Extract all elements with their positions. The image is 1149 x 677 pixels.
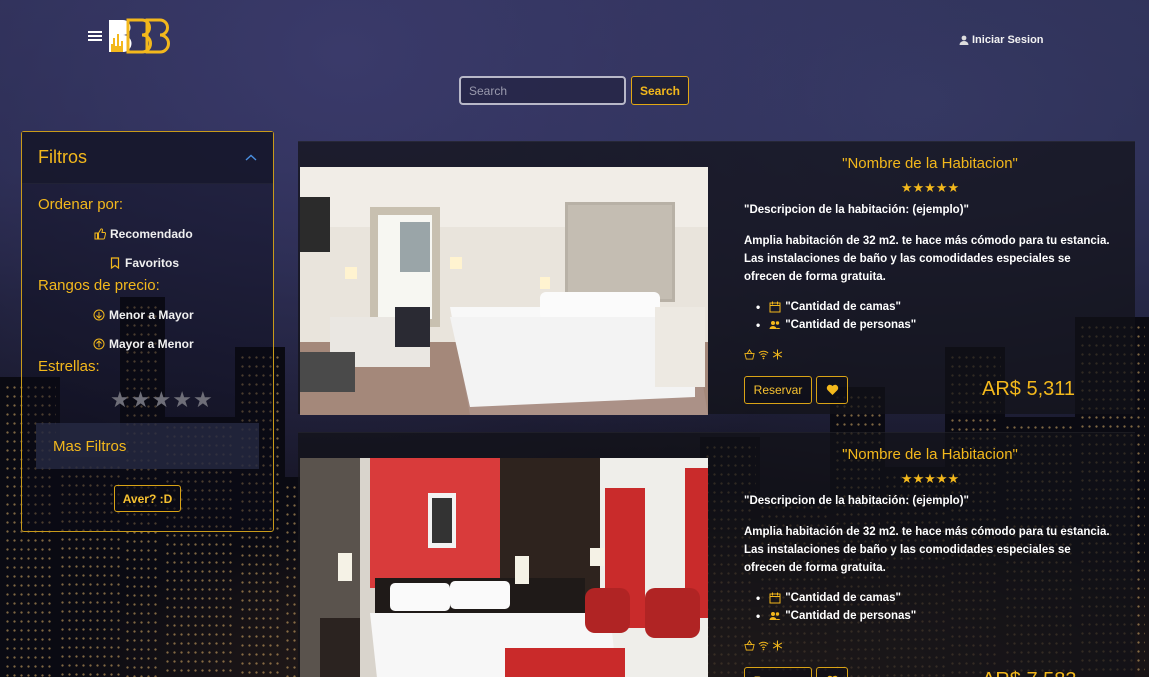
sort-recommended-option[interactable]: Recomendado [94, 227, 193, 241]
people-item: "Cantidad de personas" [756, 316, 916, 334]
sort-favorites-label: Favoritos [125, 256, 180, 270]
star-icon[interactable]: ★ [172, 389, 192, 411]
snowflake-icon [772, 640, 783, 651]
room-stars: ★★★★★ [900, 471, 960, 486]
snowflake-icon [772, 349, 783, 360]
sort-recommended-label: Recomendado [110, 227, 193, 241]
reserve-button[interactable]: Reservar [744, 667, 812, 677]
bbb-logo[interactable] [106, 18, 170, 56]
room-card: "Nombre de la Habitacion" ★★★★★ "Descrip… [298, 141, 1135, 415]
beds-item: "Cantidad de camas" [756, 589, 916, 607]
amenities [744, 349, 783, 360]
price-high-low-option[interactable]: Mayor a Menor [93, 337, 194, 351]
star-icon[interactable]: ★ [110, 389, 130, 411]
room-photo [300, 167, 708, 415]
beds-item: "Cantidad de camas" [756, 298, 916, 316]
calendar-icon [769, 592, 781, 604]
search-input[interactable] [459, 76, 626, 105]
stars-title: Estrellas: [38, 358, 100, 375]
price-low-high-option[interactable]: Menor a Mayor [93, 308, 194, 322]
favorite-button[interactable] [816, 667, 848, 677]
login-label: Iniciar Sesion [972, 34, 1044, 46]
room-features: "Cantidad de camas" "Cantidad de persona… [756, 589, 916, 625]
calendar-icon [769, 301, 781, 313]
users-icon [769, 612, 781, 620]
heart-icon [826, 384, 838, 395]
price-high-low-label: Mayor a Menor [109, 337, 194, 351]
arrow-down-circle-icon [93, 309, 105, 321]
arrow-up-circle-icon [93, 338, 105, 350]
reserve-button[interactable]: Reservar [744, 376, 812, 404]
room-description: Amplia habitación de 32 m2. te hace más … [744, 526, 1110, 574]
filters-panel: Filtros Ordenar por: Recomendado Favorit… [21, 131, 274, 532]
price-low-high-label: Menor a Mayor [109, 308, 194, 322]
user-icon [959, 35, 969, 45]
room-title: "Nombre de la Habitacion" [842, 446, 1018, 463]
star-icon[interactable]: ★ [151, 389, 171, 411]
beds-label: "Cantidad de camas" [785, 592, 901, 604]
users-icon [769, 321, 781, 329]
room-description-title: "Descripcion de la habitación: (ejemplo)… [744, 204, 969, 216]
login-link[interactable]: Iniciar Sesion [959, 34, 1044, 46]
basket-icon [744, 640, 755, 651]
wifi-icon [758, 350, 769, 360]
room-title: "Nombre de la Habitacion" [842, 155, 1018, 172]
people-label: "Cantidad de personas" [785, 610, 917, 622]
sort-favorites-option[interactable]: Favoritos [109, 256, 179, 270]
thumbs-up-icon [94, 228, 106, 240]
basket-icon [744, 349, 755, 360]
room-features: "Cantidad de camas" "Cantidad de persona… [756, 298, 916, 334]
room-stars: ★★★★★ [900, 180, 960, 195]
filters-title: Filtros [38, 147, 87, 167]
wifi-icon [758, 641, 769, 651]
more-filters-label: Mas Filtros [53, 437, 127, 455]
amenities [744, 640, 783, 651]
room-photo [300, 458, 708, 677]
star-icon[interactable]: ★ [131, 389, 151, 411]
bookmark-icon [110, 257, 120, 269]
room-price: AR$ 5,311 [982, 378, 1076, 400]
price-range-title: Rangos de precio: [38, 277, 160, 294]
room-price: AR$ 7,583 [982, 669, 1077, 677]
people-label: "Cantidad de personas" [785, 319, 917, 331]
more-filters-toggle[interactable]: Mas Filtros [36, 423, 259, 469]
star-rating-filter[interactable]: ★ ★ ★ ★ ★ [110, 389, 213, 411]
room-description-title: "Descripcion de la habitación: (ejemplo)… [744, 495, 969, 507]
hamburger-menu-icon[interactable] [88, 29, 102, 43]
sort-title: Ordenar por: [38, 196, 124, 213]
aver-button[interactable]: Aver? :D [114, 485, 181, 512]
search-button[interactable]: Search [631, 76, 689, 105]
favorite-button[interactable] [816, 376, 848, 404]
room-description: Amplia habitación de 32 m2. te hace más … [744, 235, 1110, 283]
room-card: "Nombre de la Habitacion" ★★★★★ "Descrip… [298, 432, 1135, 677]
chevron-up-icon[interactable] [245, 152, 257, 164]
people-item: "Cantidad de personas" [756, 607, 916, 625]
beds-label: "Cantidad de camas" [785, 301, 901, 313]
star-icon[interactable]: ★ [193, 389, 213, 411]
filters-header[interactable]: Filtros [22, 132, 273, 184]
